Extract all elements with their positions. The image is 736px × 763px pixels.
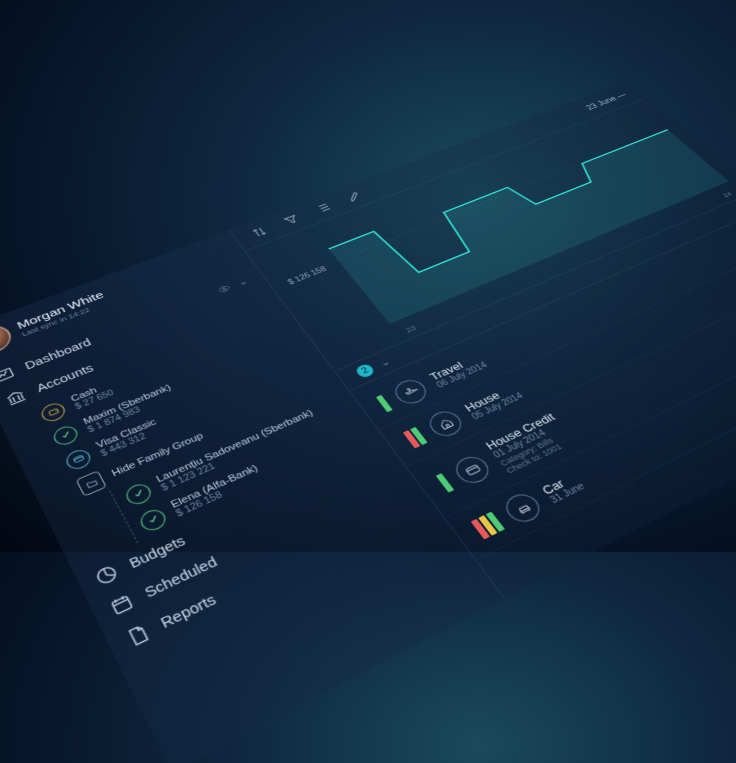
x-tick: 23 <box>404 324 417 334</box>
calendar-icon <box>106 591 137 619</box>
filter-icon[interactable] <box>280 212 302 227</box>
sort-icon[interactable] <box>248 224 270 239</box>
folder-icon <box>76 470 107 496</box>
chevron-down-icon[interactable]: ⌄ <box>377 356 392 368</box>
pie-icon <box>92 562 122 589</box>
edit-icon[interactable] <box>343 189 365 203</box>
x-tick: 24 <box>721 191 734 199</box>
card-icon <box>450 452 495 487</box>
chart-y-label: $ 126 158 <box>287 266 329 287</box>
chart-icon <box>0 365 17 386</box>
bank-icon <box>2 387 29 408</box>
ribbon-icon <box>376 395 393 412</box>
check-icon <box>123 480 155 507</box>
document-icon <box>122 621 154 650</box>
chevron-down-icon[interactable]: ⌄ <box>236 277 249 288</box>
list-icon[interactable] <box>312 201 334 216</box>
avatar <box>0 321 16 358</box>
plane-icon <box>390 376 432 408</box>
check-icon <box>137 506 169 534</box>
ribbon-icon <box>436 473 454 492</box>
car-icon <box>500 490 546 527</box>
filter-badge[interactable]: 2 <box>354 363 376 379</box>
eye-icon[interactable] <box>215 283 233 296</box>
house-icon <box>424 407 467 440</box>
